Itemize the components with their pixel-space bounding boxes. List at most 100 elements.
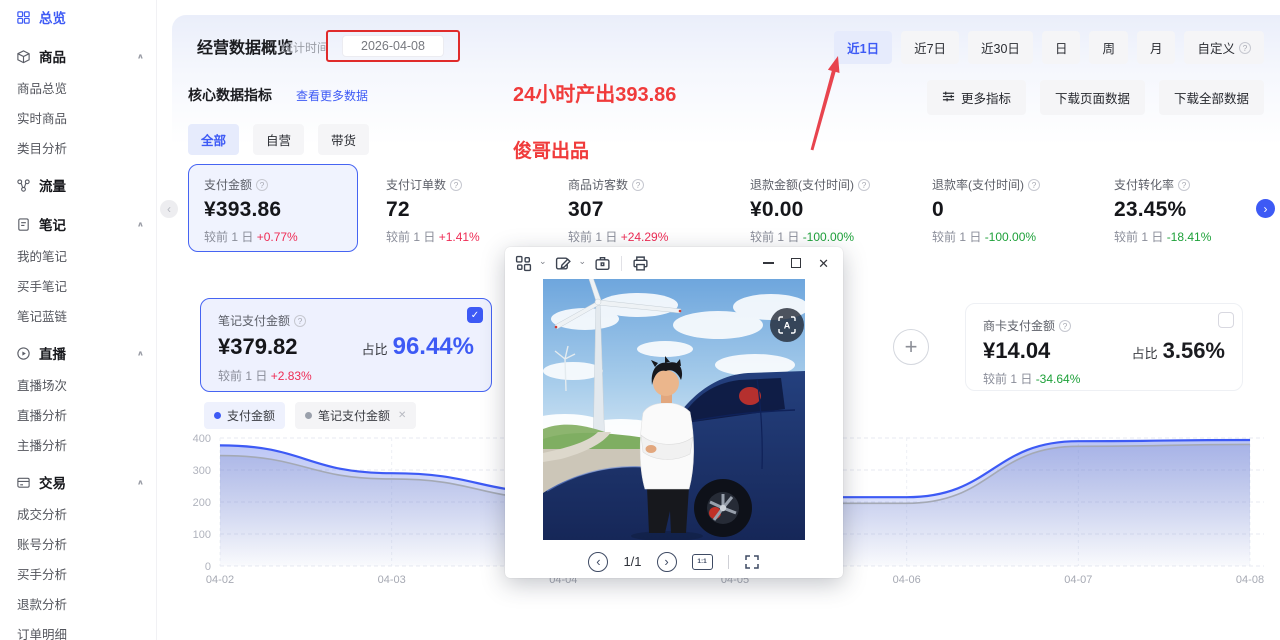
- metric-card-5[interactable]: 支付转化率?23.45%较前 1 日 -18.41%: [1098, 164, 1268, 252]
- chevron-down-icon[interactable]: ⌄: [579, 256, 587, 267]
- card-pay-card[interactable]: 商卡支付金额? ¥14.04 占比 3.56% 较前 1 日 -34.64%: [965, 303, 1243, 391]
- sidebar-item-5-4[interactable]: 订单明细: [0, 618, 156, 640]
- a-lens-icon[interactable]: A: [770, 308, 804, 342]
- range-tab-3[interactable]: 日: [1042, 31, 1081, 64]
- help-icon[interactable]: ?: [256, 179, 268, 191]
- legend-item-1[interactable]: 笔记支付金额✕: [295, 402, 416, 429]
- trade-icon: [16, 475, 31, 490]
- range-tab-4[interactable]: 周: [1089, 31, 1128, 64]
- sidebar-item-3-2[interactable]: 笔记蓝链: [0, 300, 156, 330]
- sidebar-section-4[interactable]: 直播∧: [0, 337, 156, 369]
- fullscreen-icon[interactable]: [744, 554, 760, 570]
- help-icon[interactable]: ?: [294, 315, 306, 327]
- print-icon[interactable]: [632, 255, 649, 272]
- image-edit-icon[interactable]: [555, 255, 572, 272]
- checkbox-unchecked-icon[interactable]: [1218, 312, 1234, 328]
- sidebar-item-5-1[interactable]: 账号分析: [0, 528, 156, 558]
- checkbox-checked-icon[interactable]: ✓: [467, 307, 483, 323]
- sliders-icon: [942, 90, 955, 106]
- compare-label: 较前 1 日: [1114, 230, 1167, 244]
- minimize-icon[interactable]: [763, 262, 774, 264]
- next-icon[interactable]: ›: [657, 552, 677, 572]
- photo-preview[interactable]: A: [505, 279, 843, 545]
- sidebar-item-1-1[interactable]: 实时商品: [0, 102, 156, 132]
- save-icon[interactable]: [594, 255, 611, 272]
- sidebar-item-3-0[interactable]: 我的笔记: [0, 240, 156, 270]
- metric-label-row: 支付金额?: [204, 176, 342, 193]
- metric-card-0[interactable]: 支付金额?¥393.86较前 1 日 +0.77%: [188, 164, 358, 252]
- range-tab-2[interactable]: 近30日: [968, 31, 1033, 64]
- product-icon: [16, 49, 31, 64]
- sidebar-item-4-2[interactable]: 主播分析: [0, 429, 156, 459]
- chevron-down-icon[interactable]: ⌄: [539, 256, 547, 267]
- carousel-prev-icon[interactable]: ‹: [160, 200, 178, 218]
- range-tab-1[interactable]: 近7日: [901, 31, 959, 64]
- metric-card-2[interactable]: 商品访客数?307较前 1 日 +24.29%: [552, 164, 722, 252]
- sidebar-item-4-1[interactable]: 直播分析: [0, 399, 156, 429]
- filter-tab-1[interactable]: 自营: [253, 124, 304, 155]
- filter-tab-2[interactable]: 带货: [318, 124, 369, 155]
- close-icon[interactable]: ✕: [818, 257, 829, 270]
- more-metrics-button[interactable]: 更多指标: [927, 80, 1026, 115]
- help-icon[interactable]: ?: [1059, 320, 1071, 332]
- help-icon[interactable]: ?: [450, 179, 462, 191]
- date-picker[interactable]: 2026-04-08: [342, 35, 444, 57]
- help-icon[interactable]: ?: [858, 179, 870, 191]
- compare-label: 较前 1 日: [750, 230, 803, 244]
- sidebar-item-3-1[interactable]: 买手笔记: [0, 270, 156, 300]
- info-icon[interactable]: ?: [1239, 42, 1251, 54]
- note-pay-card[interactable]: 笔记支付金额? ¥379.82 占比 96.44% 较前 1 日 +2.83% …: [200, 298, 492, 392]
- download-all-button[interactable]: 下载全部数据: [1159, 80, 1264, 115]
- ocr-extract-icon[interactable]: [515, 255, 532, 272]
- legend-item-0[interactable]: 支付金额: [204, 402, 285, 429]
- sidebar-item-4-0[interactable]: 直播场次: [0, 369, 156, 399]
- close-icon[interactable]: ✕: [398, 410, 406, 421]
- carousel-next-icon[interactable]: ›: [1256, 199, 1275, 218]
- metric-card-4[interactable]: 退款率(支付时间)?0较前 1 日 -100.00%: [916, 164, 1086, 252]
- range-tab-6[interactable]: 自定义?: [1184, 31, 1264, 64]
- window-controls: ✕: [763, 257, 833, 270]
- metric-card-3[interactable]: 退款金额(支付时间)?¥0.00较前 1 日 -100.00%: [734, 164, 904, 252]
- sidebar-item-5-3[interactable]: 退款分析: [0, 588, 156, 618]
- chevron-up-icon[interactable]: ∧: [137, 349, 144, 358]
- metric-value: 23.45%: [1114, 198, 1252, 222]
- maximize-icon[interactable]: [791, 258, 801, 268]
- metric-card-1[interactable]: 支付订单数?72较前 1 日 +1.41%: [370, 164, 540, 252]
- chevron-up-icon[interactable]: ∧: [137, 478, 144, 487]
- actual-size-icon[interactable]: 1:1: [692, 554, 713, 570]
- prev-icon[interactable]: ‹: [588, 552, 608, 572]
- help-icon[interactable]: ?: [632, 179, 644, 191]
- metric-value: ¥393.86: [204, 198, 342, 222]
- sidebar-section-5[interactable]: 交易 ∧: [0, 466, 156, 498]
- chevron-up-icon[interactable]: ∧: [137, 220, 144, 229]
- divider: [621, 256, 622, 271]
- ratio-label: 占比: [362, 339, 388, 358]
- viewer-toolbar: ⌄ ⌄ ✕: [505, 247, 843, 279]
- metric-compare: 较前 1 日 -100.00%: [932, 228, 1070, 245]
- help-icon[interactable]: ?: [1178, 179, 1190, 191]
- range-tab-label: 月: [1150, 38, 1163, 57]
- sidebar-section-label: 交易: [39, 472, 66, 492]
- sidebar-section-3[interactable]: 笔记∧: [0, 208, 156, 240]
- sidebar-item-1-2[interactable]: 类目分析: [0, 132, 156, 162]
- metric-change: -18.41%: [1167, 230, 1212, 244]
- range-tab-label: 近30日: [981, 38, 1020, 57]
- view-more-link[interactable]: 查看更多数据: [296, 87, 368, 104]
- sidebar-item-5-0[interactable]: 成交分析: [0, 498, 156, 528]
- metric-value: 0: [932, 198, 1070, 222]
- sidebar-section-2[interactable]: 流量: [0, 169, 156, 201]
- range-tab-5[interactable]: 月: [1137, 31, 1176, 64]
- range-tab-label: 近7日: [914, 38, 946, 57]
- sidebar-item-5-2[interactable]: 买手分析: [0, 558, 156, 588]
- compare-label: 较前 1 日: [218, 369, 267, 383]
- sidebar-item-1-0[interactable]: 商品总览: [0, 72, 156, 102]
- viewer-footer: ‹ 1/1 › 1:1: [505, 545, 843, 578]
- sidebar-section-0[interactable]: 总览: [0, 1, 156, 33]
- chevron-up-icon[interactable]: ∧: [137, 52, 144, 61]
- filter-tab-0[interactable]: 全部: [188, 124, 239, 155]
- download-page-button[interactable]: 下载页面数据: [1040, 80, 1145, 115]
- add-metric-icon[interactable]: +: [893, 329, 929, 365]
- sidebar-section-label: 流量: [39, 175, 66, 195]
- sidebar-section-1[interactable]: 商品∧: [0, 40, 156, 72]
- help-icon[interactable]: ?: [1028, 179, 1040, 191]
